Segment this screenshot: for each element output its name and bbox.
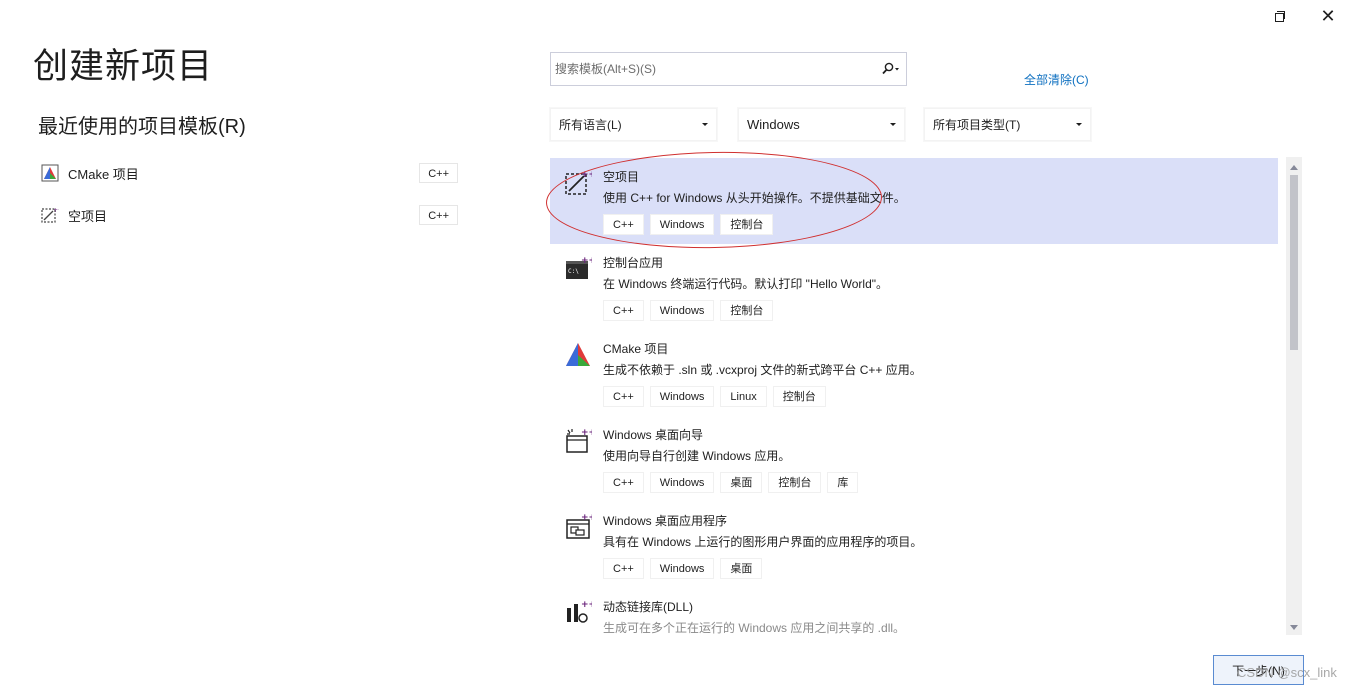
next-button[interactable]: 下一步(N) (1213, 655, 1304, 685)
template-tag: Linux (720, 386, 767, 407)
template-desktop-wizard[interactable]: ++ Windows 桌面向导 使用向导自行创建 Windows 应用。 C++… (550, 416, 1278, 502)
template-tag: 桌面 (720, 472, 763, 493)
template-tag: Windows (649, 214, 715, 235)
recent-item-empty-project[interactable]: ++ 空项目 C++ (38, 202, 458, 228)
template-list: ++ 空项目 使用 C++ for Windows 从头开始操作。不提供基础文件… (550, 157, 1278, 635)
template-tag: 控制台 (720, 214, 774, 235)
dll-icon: ++ (567, 600, 592, 623)
template-tag: 控制台 (768, 472, 822, 493)
template-description: 具有在 Windows 上运行的图形用户界面的应用程序的项目。 (603, 535, 923, 549)
search-input[interactable] (551, 54, 876, 84)
arrow-up-icon (1290, 164, 1298, 170)
desktop-app-icon: ++ (566, 513, 592, 539)
template-tag: Windows (649, 300, 715, 321)
platform-filter-value: Windows (747, 117, 800, 132)
template-tag: C++ (603, 472, 644, 493)
template-tag: 控制台 (772, 386, 826, 407)
template-tag: Windows (649, 386, 715, 407)
svg-text:++: ++ (581, 513, 592, 523)
template-tag: 控制台 (720, 300, 774, 321)
template-description: 生成可在多个正在运行的 Windows 应用之间共享的 .dll。 (603, 621, 906, 635)
project-type-filter-value: 所有项目类型(T) (933, 118, 1021, 132)
svg-text:++: ++ (581, 428, 592, 438)
template-description: 生成不依赖于 .sln 或 .vcxproj 文件的新式跨平台 C++ 应用。 (603, 363, 922, 377)
template-console-app[interactable]: C:\ ++ 控制台应用 在 Windows 终端运行代码。默认打印 "Hell… (550, 244, 1278, 330)
empty-project-icon: ++ (41, 207, 59, 223)
template-name: Windows 桌面向导 (603, 428, 704, 442)
template-tag: C++ (603, 214, 644, 235)
template-name: CMake 项目 (603, 342, 669, 356)
recent-item-label: 空项目 (68, 208, 108, 224)
language-filter-value: 所有语言(L) (559, 118, 622, 132)
template-tag: C++ (603, 300, 644, 321)
template-empty-project[interactable]: ++ 空项目 使用 C++ for Windows 从头开始操作。不提供基础文件… (550, 158, 1278, 244)
search-icon (882, 62, 899, 75)
cmake-icon (41, 164, 59, 182)
page-title: 创建新项目 (33, 47, 214, 86)
search-box (550, 52, 907, 86)
template-name: Windows 桌面应用程序 (603, 514, 728, 528)
svg-text:++: ++ (53, 207, 59, 214)
search-button[interactable] (876, 54, 906, 84)
recent-templates-heading: 最近使用的项目模板(R) (38, 116, 246, 138)
recent-item-cmake[interactable]: CMake 项目 C++ (38, 160, 458, 186)
arrow-down-icon (1290, 624, 1298, 630)
template-name: 动态链接库(DLL) (603, 600, 694, 614)
template-tag: 桌面 (720, 558, 763, 579)
template-tags: C++ Windows 控制台 (603, 214, 774, 235)
svg-text:++: ++ (581, 170, 592, 180)
project-type-filter-dropdown[interactable]: 所有项目类型(T) (924, 108, 1091, 141)
console-app-icon: C:\ ++ (566, 256, 592, 279)
recent-item-lang-tag: C++ (419, 205, 458, 225)
restore-window-button[interactable] (1270, 6, 1290, 26)
desktop-wizard-icon: ++ (566, 428, 592, 453)
template-desktop-app[interactable]: ++ Windows 桌面应用程序 具有在 Windows 上运行的图形用户界面… (550, 502, 1278, 588)
template-cmake-project[interactable]: CMake 项目 生成不依赖于 .sln 或 .vcxproj 文件的新式跨平台… (550, 330, 1278, 416)
template-tags: C++ Windows 桌面 控制台 库 (603, 472, 859, 493)
template-tag: 库 (827, 472, 859, 493)
template-description: 使用向导自行创建 Windows 应用。 (603, 449, 791, 463)
template-description: 使用 C++ for Windows 从头开始操作。不提供基础文件。 (603, 191, 906, 205)
template-list-scrollbar[interactable] (1286, 157, 1302, 635)
template-tag: Windows (649, 472, 715, 493)
scroll-down-button[interactable] (1286, 620, 1302, 634)
chevron-down-icon (890, 123, 896, 126)
template-description: 在 Windows 终端运行代码。默认打印 "Hello World"。 (603, 277, 889, 291)
cmake-icon (566, 343, 590, 366)
template-name: 控制台应用 (603, 256, 664, 270)
clear-all-link[interactable]: 全部清除(C) (1024, 71, 1089, 88)
close-window-button[interactable]: ✕ (1318, 6, 1338, 26)
template-tag: C++ (603, 558, 644, 579)
scroll-up-button[interactable] (1286, 160, 1302, 174)
recent-item-lang-tag: C++ (419, 163, 458, 183)
svg-text:++: ++ (581, 256, 592, 266)
empty-project-icon: ++ (565, 170, 592, 195)
chevron-down-icon (702, 123, 708, 126)
restore-icon (1275, 11, 1285, 22)
template-tags: C++ Windows 桌面 (603, 558, 763, 579)
scrollbar-thumb[interactable] (1290, 175, 1298, 350)
chevron-down-icon (1076, 123, 1082, 126)
template-tag: C++ (603, 386, 644, 407)
svg-text:++: ++ (581, 600, 592, 610)
template-tags: C++ Windows Linux 控制台 (603, 386, 826, 407)
language-filter-dropdown[interactable]: 所有语言(L) (550, 108, 717, 141)
template-dll[interactable]: ++ 动态链接库(DLL) 生成可在多个正在运行的 Windows 应用之间共享… (550, 588, 1278, 635)
platform-filter-dropdown[interactable]: Windows (738, 108, 905, 141)
template-tag: Windows (649, 558, 715, 579)
template-tags: C++ Windows 控制台 (603, 300, 774, 321)
template-name: 空项目 (603, 170, 640, 184)
recent-item-label: CMake 项目 (68, 166, 139, 182)
svg-text:C:\: C:\ (568, 268, 579, 275)
